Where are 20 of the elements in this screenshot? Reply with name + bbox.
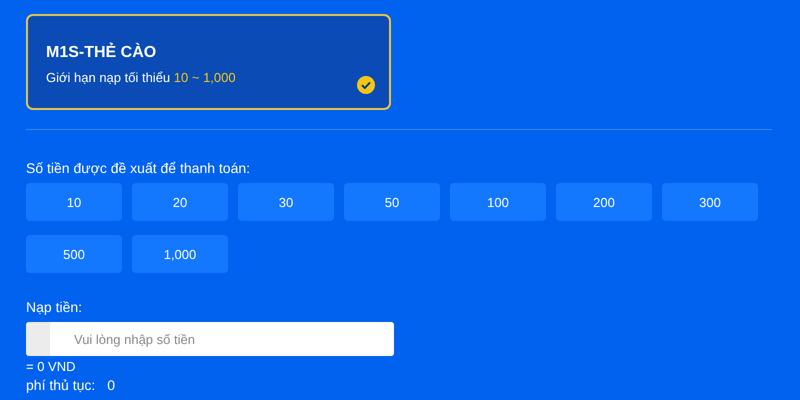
suggested-label: Số tiền được đề xuất để thanh toán: [26,160,252,176]
amount-button[interactable]: 1,000 [132,235,228,273]
amount-button[interactable]: 30 [238,183,334,221]
amount-button[interactable]: 50 [344,183,440,221]
amount-button[interactable]: 100 [450,183,546,221]
converted-amount: = 0 VND [26,359,76,374]
limit-range: 10 ~ 1,000 [174,70,236,85]
amount-button[interactable]: 500 [26,235,122,273]
amount-button[interactable]: 200 [556,183,652,221]
fee-value: 0 [107,377,116,393]
amount-button[interactable]: 10 [26,183,122,221]
deposit-label: Nạp tiền: [26,299,84,315]
amount-button[interactable]: 300 [662,183,758,221]
amount-button[interactable]: 20 [132,183,228,221]
check-icon [357,76,375,94]
payment-method-card[interactable]: M1S-THẺ CÀO Giới hạn nạp tối thiểu 10 ~ 1,000 [26,14,391,110]
limit-label: Giới hạn nạp tối thiểu [46,70,170,85]
method-title: M1S-THẺ CÀO [46,44,158,62]
amount-input[interactable]: Vui lòng nhập số tiền [26,322,394,356]
fee-label: phí thủ tục: [26,377,96,393]
